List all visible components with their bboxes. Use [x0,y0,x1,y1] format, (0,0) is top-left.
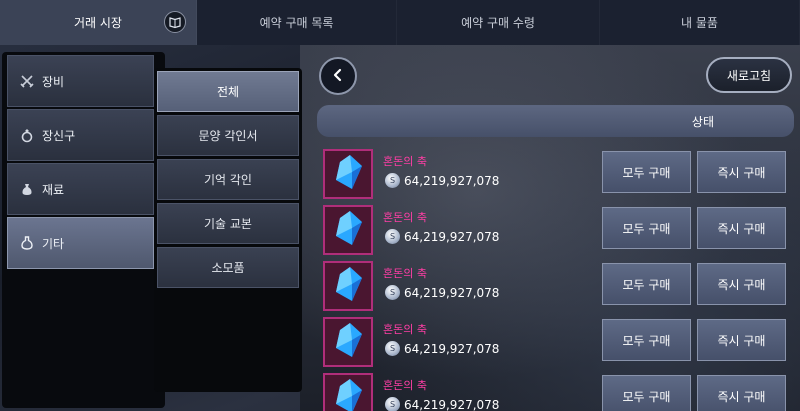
category-label: 재료 [42,182,65,197]
button-label: 모두 구매 [622,165,671,180]
item-thumbnail[interactable] [323,149,373,199]
list-item: 혼돈의 축 S 64,219,927,078 모두 구매 즉시 구매 [323,205,793,255]
item-thumbnail[interactable] [323,205,373,255]
subcategory-consumables[interactable]: 소모품 [157,247,299,288]
crystal-gem-icon [328,264,368,308]
list-header: 상태 [317,105,794,137]
category-label: 장신구 [42,128,76,143]
crystal-gem-icon [328,208,368,252]
list-item: 혼돈의 축 S 64,219,927,078 모두 구매 즉시 구매 [323,149,793,199]
silver-coin-icon: S [385,341,400,356]
buy-all-button[interactable]: 모두 구매 [602,375,691,411]
category-etc[interactable]: 기타 [7,217,154,269]
tab-label: 예약 구매 목록 [259,16,334,30]
subcategory-label: 기술 교본 [204,217,252,231]
button-label: 즉시 구매 [717,221,766,236]
refresh-label: 새로고침 [726,68,772,83]
tab-market[interactable]: 거래 시장 [0,0,197,45]
buy-now-button[interactable]: 즉시 구매 [697,263,786,305]
tab-label: 예약 구매 수령 [461,16,535,30]
list-item: 혼돈의 축 S 64,219,927,078 모두 구매 즉시 구매 [323,373,793,411]
category-accessory[interactable]: 장신구 [7,109,154,161]
price-value: 64,219,927,078 [404,341,500,356]
button-label: 모두 구매 [622,389,671,404]
subcategory-memory-engraving[interactable]: 기억 각인 [157,159,299,200]
price-value: 64,219,927,078 [404,397,500,411]
item-name: 혼돈의 축 [383,267,427,280]
subcategory-panel: 전체 문양 각인서 기억 각인 기술 교본 소모품 [154,68,302,392]
status-column-header: 상태 [691,114,714,129]
guide-book-icon[interactable] [164,11,186,33]
price-value: 64,219,927,078 [404,173,500,188]
buy-now-button[interactable]: 즉시 구매 [697,319,786,361]
item-thumbnail[interactable] [323,317,373,367]
button-label: 즉시 구매 [717,333,766,348]
list-item: 혼돈의 축 S 64,219,927,078 모두 구매 즉시 구매 [323,317,793,367]
category-label: 기타 [42,236,65,251]
tab-label: 내 물품 [681,16,718,30]
item-name: 혼돈의 축 [383,379,427,392]
item-price: S 64,219,927,078 [385,173,499,188]
price-value: 64,219,927,078 [404,229,500,244]
top-tab-bar: 거래 시장 예약 구매 목록 예약 구매 수령 내 물품 [0,0,800,45]
buy-now-button[interactable]: 즉시 구매 [697,207,786,249]
buy-all-button[interactable]: 모두 구매 [602,151,691,193]
button-label: 모두 구매 [622,221,671,236]
item-thumbnail[interactable] [323,261,373,311]
button-label: 즉시 구매 [717,165,766,180]
item-price: S 64,219,927,078 [385,285,499,300]
silver-coin-icon: S [385,285,400,300]
buy-now-button[interactable]: 즉시 구매 [697,375,786,411]
item-thumbnail[interactable] [323,373,373,411]
subcategory-label: 소모품 [211,261,245,275]
button-label: 즉시 구매 [717,277,766,292]
tab-reservation-receive[interactable]: 예약 구매 수령 [397,0,600,45]
crystal-gem-icon [328,320,368,364]
silver-coin-icon: S [385,173,400,188]
tab-my-items[interactable]: 내 물품 [600,0,800,45]
potion-icon [12,235,42,251]
crossed-swords-icon [12,73,42,89]
chevron-left-icon [331,67,345,86]
button-label: 즉시 구매 [717,389,766,404]
subcategory-pattern-engraving[interactable]: 문양 각인서 [157,115,299,156]
buy-now-button[interactable]: 즉시 구매 [697,151,786,193]
ring-icon [12,127,42,143]
refresh-button[interactable]: 새로고침 [706,57,792,93]
subcategory-all[interactable]: 전체 [157,71,299,112]
subcategory-label: 기억 각인 [204,173,252,187]
item-name: 혼돈의 축 [383,211,427,224]
category-material[interactable]: 재료 [7,163,154,215]
item-name: 혼돈의 축 [383,323,427,336]
list-item: 혼돈의 축 S 64,219,927,078 모두 구매 즉시 구매 [323,261,793,311]
item-price: S 64,219,927,078 [385,341,499,356]
buy-all-button[interactable]: 모두 구매 [602,207,691,249]
item-price: S 64,219,927,078 [385,397,499,411]
crystal-gem-icon [328,152,368,196]
pouch-icon [12,181,42,197]
button-label: 모두 구매 [622,333,671,348]
buy-all-button[interactable]: 모두 구매 [602,263,691,305]
subcategory-skill-book[interactable]: 기술 교본 [157,203,299,244]
category-label: 장비 [42,74,65,89]
tab-reservation-list[interactable]: 예약 구매 목록 [197,0,397,45]
category-panel: 장비 장신구 재료 기타 [2,52,165,408]
buy-all-button[interactable]: 모두 구매 [602,319,691,361]
category-equipment[interactable]: 장비 [7,55,154,107]
item-name: 혼돈의 축 [383,155,427,168]
crystal-gem-icon [328,376,368,411]
button-label: 모두 구매 [622,277,671,292]
back-button[interactable] [319,57,357,95]
subcategory-label: 전체 [216,85,240,99]
silver-coin-icon: S [385,397,400,411]
item-price: S 64,219,927,078 [385,229,499,244]
tab-label: 거래 시장 [74,16,122,30]
subcategory-label: 문양 각인서 [198,129,258,143]
silver-coin-icon: S [385,229,400,244]
price-value: 64,219,927,078 [404,285,500,300]
